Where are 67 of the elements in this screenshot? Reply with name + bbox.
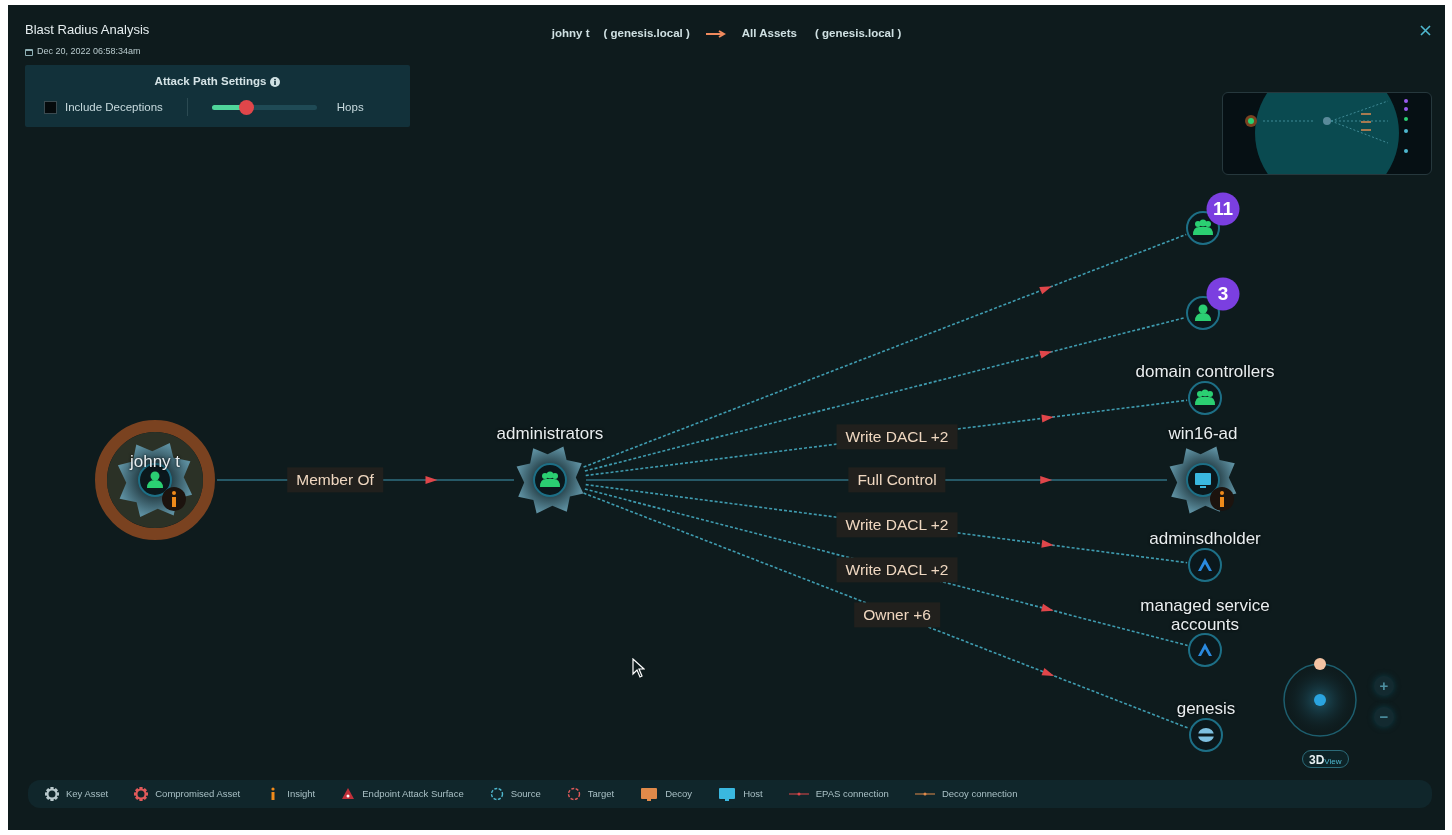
calendar-icon xyxy=(25,47,33,56)
legend-label: Decoy xyxy=(665,786,693,801)
edge-label[interactable]: Full Control xyxy=(848,467,946,493)
source-name: johny t xyxy=(551,26,590,41)
window-title: Blast Radius Analysis xyxy=(25,21,150,39)
checkbox[interactable] xyxy=(44,100,57,114)
node-label: genesis xyxy=(1176,700,1236,719)
legend-label: Source xyxy=(510,786,541,801)
node-label: johny t xyxy=(129,453,181,472)
triangle-icon xyxy=(1198,643,1212,656)
user-icon xyxy=(1195,304,1211,321)
checkbox-label: Include Deceptions xyxy=(65,99,163,115)
count-badge: 11 xyxy=(1206,192,1240,226)
edge-label[interactable]: Write DACL +2 xyxy=(836,557,958,583)
target-domain: ( genesis.local ) xyxy=(814,26,902,41)
node-icon[interactable] xyxy=(533,463,567,497)
group-icon xyxy=(1195,389,1215,405)
node-label: managed service accounts xyxy=(1139,596,1271,634)
node-icon[interactable] xyxy=(1188,633,1222,667)
legend-label: Host xyxy=(743,786,763,801)
legend-label: Key Asset xyxy=(66,786,109,801)
orbit-control[interactable] xyxy=(1281,657,1359,739)
date-text: Dec 20, 2022 06:58:34am xyxy=(37,45,141,58)
legend-label: EPAS connection xyxy=(815,786,889,801)
crosshair-icon xyxy=(489,787,504,801)
node-icon[interactable] xyxy=(1188,548,1222,582)
info-icon[interactable] xyxy=(270,76,281,87)
arrow-icon xyxy=(705,29,726,38)
group-icon xyxy=(540,471,560,487)
monitor-icon xyxy=(718,787,737,801)
warning-icon xyxy=(341,787,356,801)
node-icon[interactable] xyxy=(1188,381,1222,415)
database-icon xyxy=(1198,728,1214,742)
group-icon xyxy=(1193,219,1213,235)
count-badge: 3 xyxy=(1206,277,1240,311)
node-label: administrators xyxy=(496,425,604,444)
monitor-icon xyxy=(1195,473,1211,488)
3d-view-button[interactable]: 3DView xyxy=(1302,750,1349,768)
legend-label: Endpoint Attack Surface xyxy=(362,786,464,801)
legend-label: Target xyxy=(587,786,615,801)
monitor-icon xyxy=(640,787,659,801)
legend-label: Insight xyxy=(287,786,316,801)
edge-label[interactable]: Member Of xyxy=(287,467,383,493)
edge-label[interactable]: Write DACL +2 xyxy=(836,423,958,450)
edge-label[interactable]: Write DACL +2 xyxy=(836,512,958,538)
source-domain: ( genesis.local ) xyxy=(603,26,690,41)
node-label: adminsdholder xyxy=(1149,530,1261,549)
hops-slider[interactable] xyxy=(211,99,317,115)
node-label: domain controllers xyxy=(1135,363,1275,382)
triangle-icon xyxy=(1198,558,1212,571)
legend-label: Compromised Asset xyxy=(155,786,241,801)
cursor-icon xyxy=(632,658,645,678)
zoom-out-button[interactable]: − xyxy=(1374,707,1394,727)
slider-thumb[interactable] xyxy=(239,99,255,115)
user-icon xyxy=(147,471,163,488)
zoom-in-button[interactable]: + xyxy=(1374,676,1394,696)
node-icon[interactable] xyxy=(1189,718,1223,752)
gear-icon xyxy=(45,787,59,801)
slider-label: Hops xyxy=(336,99,364,115)
gear-icon xyxy=(134,787,149,801)
node-icon[interactable] xyxy=(1186,463,1220,497)
edge-label[interactable]: Owner +6 xyxy=(854,602,940,628)
crosshair-icon xyxy=(566,787,581,801)
target-name: All Assets xyxy=(741,26,797,41)
settings-title: Attack Path Settings xyxy=(154,74,267,89)
legend-label: Decoy connection xyxy=(941,786,1018,801)
node-label: win16-ad xyxy=(1168,425,1238,444)
